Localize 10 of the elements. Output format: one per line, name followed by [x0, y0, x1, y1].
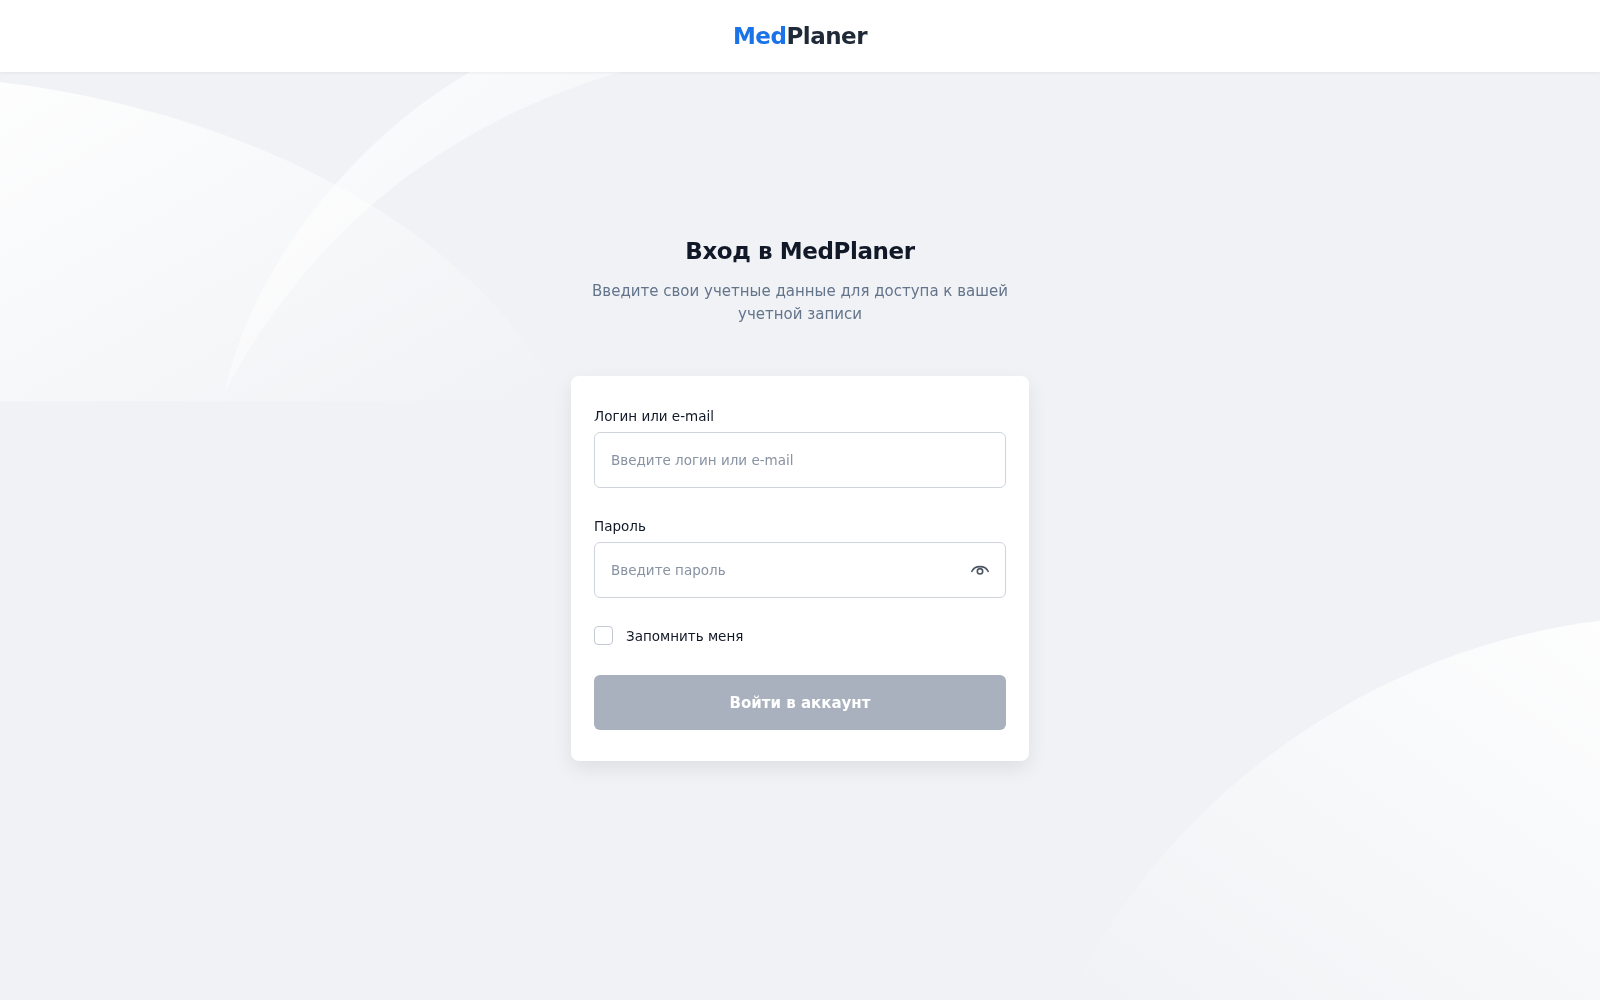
- login-field[interactable]: Введите логин или e-mail: [594, 432, 1006, 488]
- show-password-icon[interactable]: [971, 563, 989, 576]
- remember-checkbox[interactable]: [594, 626, 613, 645]
- page-title: Вход в MedPlaner: [685, 238, 915, 264]
- page-subtitle: Введите свои учетные данные для доступа к вашей учетной записи: [591, 281, 1009, 325]
- remember-label: Запомнить меня: [626, 627, 744, 644]
- password-field[interactable]: Введите пароль: [594, 542, 1006, 598]
- field-label: Логин или e-mail: [594, 408, 715, 424]
- field-label: Пароль: [594, 518, 647, 534]
- logo: MedPlaner: [733, 23, 867, 49]
